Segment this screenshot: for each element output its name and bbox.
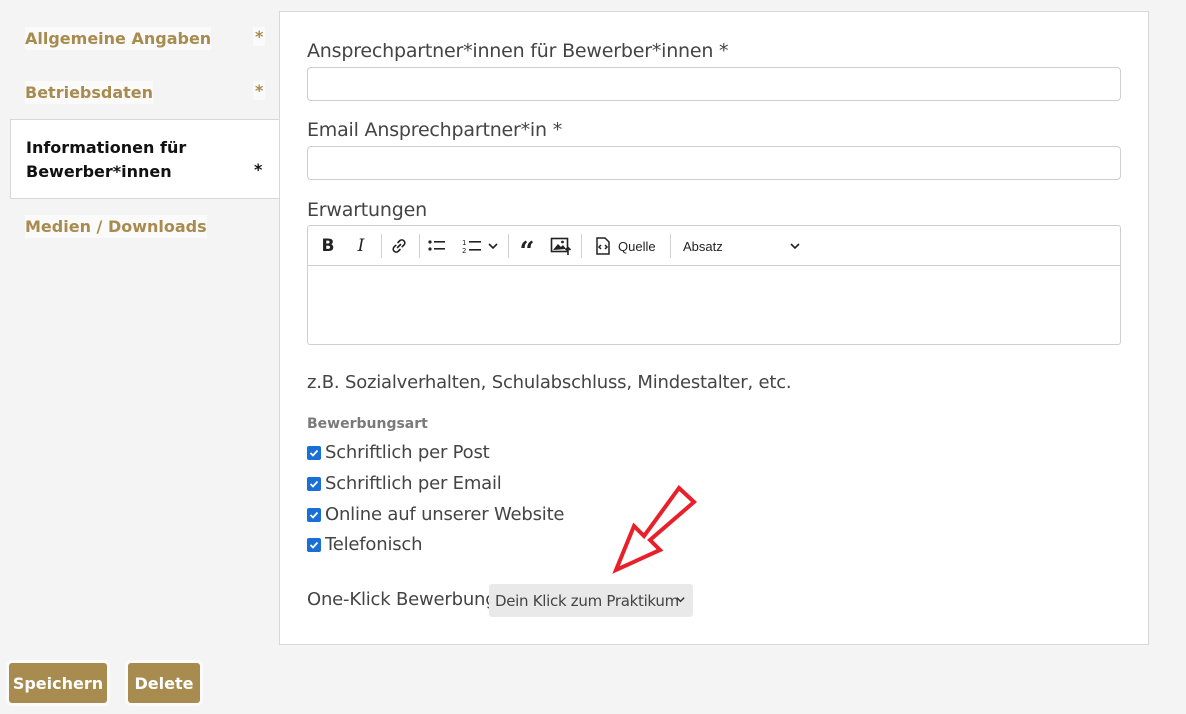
form-panel: Ansprechpartner*innen für Bewerber*innen… <box>279 11 1149 645</box>
numbered-list-icon: 1 2 <box>462 239 481 255</box>
checkbox-row-email[interactable]: Schriftlich per Email <box>307 473 502 494</box>
sidebar-item-informationen[interactable]: Informationen für Bewerber*innen * <box>10 119 280 199</box>
chevron-down-icon <box>488 243 498 250</box>
checkmark-icon <box>309 541 319 549</box>
checkbox-label: Online auf unserer Website <box>325 504 565 525</box>
svg-text:1: 1 <box>462 239 466 247</box>
editor-toolbar: B I 1 2 “ Quelle Absatz <box>308 226 1120 266</box>
checkmark-icon <box>309 480 319 488</box>
numbered-list-button[interactable]: 1 2 <box>459 234 501 258</box>
checkbox-label: Telefonisch <box>325 534 423 555</box>
toolbar-divider <box>670 234 671 258</box>
toolbar-divider <box>508 234 509 258</box>
expectations-hint: z.B. Sozialverhalten, Schulabschluss, Mi… <box>307 372 792 393</box>
chevron-down-icon <box>790 243 800 250</box>
bold-icon: B <box>321 236 335 256</box>
sidebar-item-label: Medien / Downloads <box>25 215 207 238</box>
insert-image-button[interactable] <box>548 234 574 258</box>
checkbox-checked[interactable] <box>307 476 321 491</box>
one-klick-selected-value: Dein Klick zum Praktikum <box>495 591 679 610</box>
source-code-icon <box>596 237 610 255</box>
source-label: Quelle <box>618 238 656 254</box>
save-button[interactable]: Speichern <box>9 663 107 703</box>
contact-person-input[interactable] <box>307 67 1121 101</box>
checkbox-checked[interactable] <box>307 507 321 522</box>
link-icon <box>392 239 406 253</box>
delete-button[interactable]: Delete <box>128 663 200 703</box>
paragraph-style-dropdown[interactable]: Absatz <box>683 234 807 258</box>
sidebar-item-label: Betriebsdaten <box>25 81 154 104</box>
sidebar-item-betriebsdaten[interactable]: Betriebsdaten * <box>0 81 280 107</box>
checkbox-label: Schriftlich per Email <box>325 473 502 494</box>
italic-icon: I <box>357 236 365 256</box>
quote-icon: “ <box>519 237 535 267</box>
contact-email-input[interactable] <box>307 146 1121 180</box>
checkmark-icon <box>309 449 319 457</box>
checkbox-checked[interactable] <box>307 537 321 552</box>
checkbox-row-website[interactable]: Online auf unserer Website <box>307 504 565 525</box>
chevron-down-icon <box>676 597 685 603</box>
checkbox-label: Schriftlich per Post <box>325 442 490 463</box>
toolbar-divider <box>581 234 582 258</box>
toolbar-divider <box>381 234 382 258</box>
expectations-label: Erwartungen <box>307 199 427 221</box>
source-button[interactable]: Quelle <box>593 234 661 258</box>
annotation-arrow-icon <box>612 484 697 574</box>
expectations-editor: B I 1 2 “ Quelle Absatz <box>307 225 1121 345</box>
image-upload-icon <box>550 237 572 255</box>
toolbar-divider <box>419 234 420 258</box>
one-klick-label: One-Klick Bewerbung <box>307 589 497 610</box>
checkmark-icon <box>309 511 319 519</box>
required-marker: * <box>253 27 266 46</box>
bold-button[interactable]: B <box>316 234 340 258</box>
link-button[interactable] <box>387 234 411 258</box>
sidebar-item-medien-downloads[interactable]: Medien / Downloads <box>0 215 280 241</box>
italic-button[interactable]: I <box>349 234 373 258</box>
one-klick-select[interactable]: Dein Klick zum Praktikum <box>489 584 693 617</box>
paragraph-style-label: Absatz <box>683 238 723 254</box>
required-marker: * <box>253 81 266 100</box>
svg-text:2: 2 <box>462 247 466 255</box>
bulleted-list-icon <box>428 240 445 251</box>
bulleted-list-button[interactable] <box>425 234 449 258</box>
contact-email-label: Email Ansprechpartner*in * <box>307 119 562 141</box>
required-marker: * <box>254 160 263 179</box>
checkbox-checked[interactable] <box>307 445 321 460</box>
sidebar-item-label: Allgemeine Angaben <box>25 27 212 50</box>
application-type-label: Bewerbungsart <box>307 416 428 432</box>
contact-person-label: Ansprechpartner*innen für Bewerber*innen… <box>307 40 729 62</box>
editor-content-area[interactable] <box>308 266 1120 344</box>
blockquote-button[interactable]: “ <box>515 234 539 265</box>
checkbox-row-phone[interactable]: Telefonisch <box>307 534 423 555</box>
checkbox-row-post[interactable]: Schriftlich per Post <box>307 442 490 463</box>
sidebar-nav: Allgemeine Angaben * Betriebsdaten * Inf… <box>0 0 280 260</box>
sidebar-item-allgemeine-angaben[interactable]: Allgemeine Angaben * <box>0 27 280 53</box>
sidebar-item-label: Informationen für Bewerber*innen <box>26 138 187 181</box>
